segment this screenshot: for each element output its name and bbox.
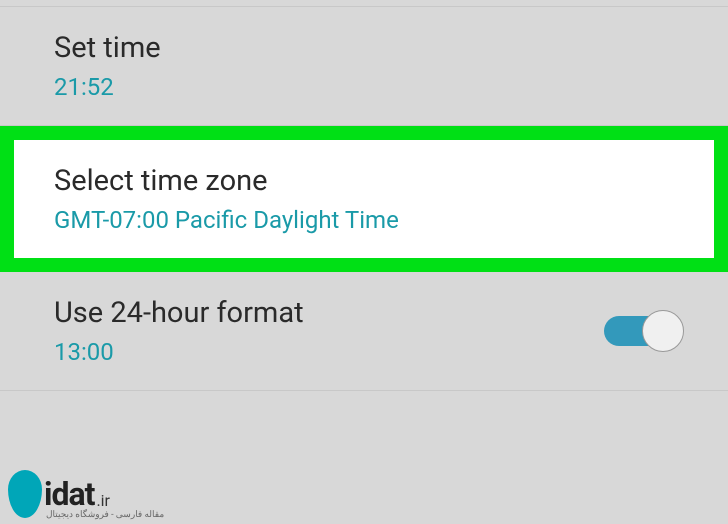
- set-time-title: Set time: [54, 31, 684, 65]
- use-24hr-value: 13:00: [54, 338, 604, 366]
- use-24hr-toggle[interactable]: [604, 309, 684, 353]
- select-timezone-title: Select time zone: [54, 164, 674, 198]
- watermark-tagline: مقاله فارسی - فروشگاه دیجیتال: [46, 510, 164, 520]
- use-24hr-text: Use 24-hour format 13:00: [54, 296, 604, 366]
- use-24hr-title: Use 24-hour format: [54, 296, 604, 330]
- watermark-brand: idat: [44, 475, 94, 513]
- set-time-value: 21:52: [54, 73, 684, 101]
- select-timezone-text: Select time zone GMT-07:00 Pacific Dayli…: [54, 164, 674, 234]
- watermark-suffix: .ir: [96, 491, 110, 510]
- set-time-row[interactable]: Set time 21:52: [0, 6, 728, 126]
- select-timezone-value: GMT-07:00 Pacific Daylight Time: [54, 206, 674, 234]
- date-time-settings-list: Set time 21:52 Select time zone GMT-07:0…: [0, 6, 728, 391]
- set-time-text: Set time 21:52: [54, 31, 684, 101]
- select-timezone-row[interactable]: Select time zone GMT-07:00 Pacific Dayli…: [0, 126, 728, 272]
- toggle-thumb: [642, 310, 684, 352]
- watermark: idat .ir مقاله فارسی - فروشگاه دیجیتال: [8, 470, 110, 518]
- use-24hr-format-row[interactable]: Use 24-hour format 13:00: [0, 272, 728, 391]
- watermark-logo-icon: [8, 470, 42, 518]
